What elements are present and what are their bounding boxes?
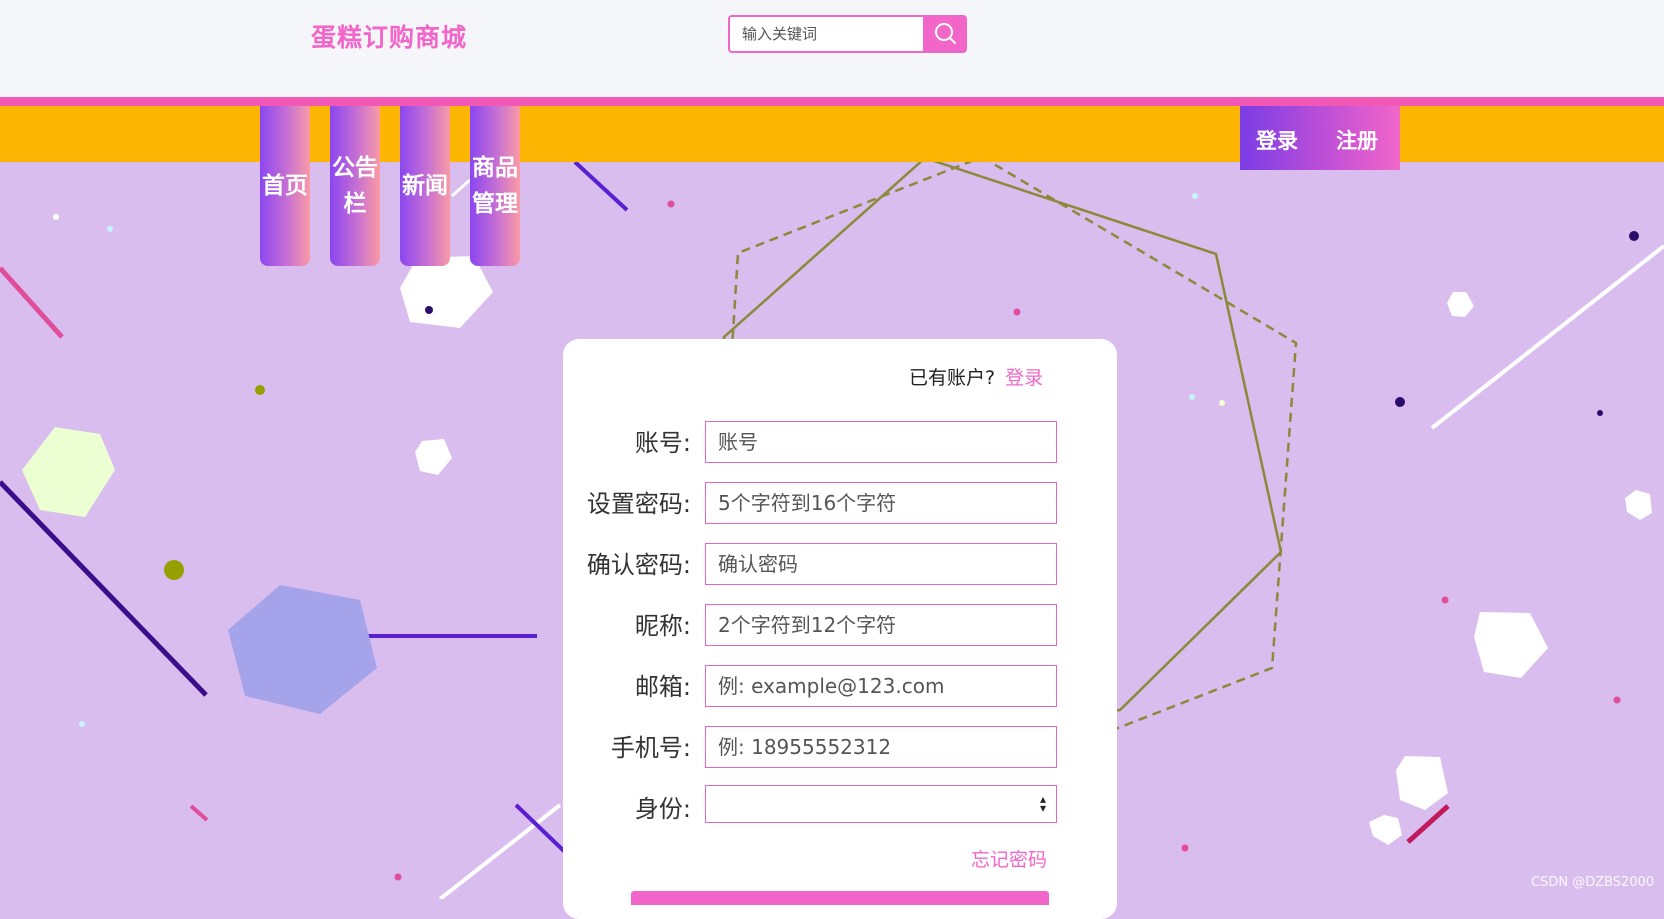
search-icon [935,23,956,44]
watermark: CSDN @DZBS2000 [1531,875,1655,890]
nav-item-news[interactable]: 新闻 [400,106,450,266]
identity-label: 身份: [634,795,691,823]
account-input[interactable] [705,421,1057,463]
have-account-prompt: 已有账户? 登录 [909,363,1043,390]
nav-item-label: 首页 [262,173,308,199]
confirm-password-input[interactable] [705,543,1057,585]
phone-label: 手机号: [610,734,691,762]
nav-item-label: 新闻 [402,173,448,199]
nav-item-label: 商品管理 [472,155,518,217]
auth-links: 登录 注册 [1240,106,1400,170]
submit-button[interactable] [631,891,1049,905]
login-link[interactable]: 登录 [1256,125,1298,155]
nav-bar [0,106,1664,162]
password-label: 设置密码: [586,490,691,518]
forgot-password-link[interactable]: 忘记密码 [971,845,1047,872]
nav-item-notices[interactable]: 公告栏 [330,106,380,266]
site-brand[interactable]: 蛋糕订购商城 [311,18,467,54]
identity-select[interactable]: ▴ ▾ [705,785,1057,823]
email-label: 邮箱: [634,673,691,701]
search-button[interactable] [925,15,967,53]
nickname-label: 昵称: [634,612,691,640]
phone-input[interactable] [705,726,1057,768]
nav-item-label: 公告栏 [332,155,378,217]
header-accent-line [0,97,1664,106]
top-header: 蛋糕订购商城 [0,0,1664,97]
have-account-text: 已有账户? [909,367,996,389]
confirm-password-label: 确认密码: [586,551,691,579]
password-input[interactable] [705,482,1057,524]
nickname-input[interactable] [705,604,1057,646]
register-card: 已有账户? 登录 账号: 设置密码: 确认密码: 昵称: 邮箱: 手机号: 身份:… [563,339,1117,919]
register-link[interactable]: 注册 [1336,125,1378,155]
nav-item-products[interactable]: 商品管理 [470,106,520,266]
select-updown-icon: ▴ ▾ [1039,792,1046,815]
email-input[interactable] [705,665,1057,707]
nav-item-home[interactable]: 首页 [260,106,310,266]
card-login-link[interactable]: 登录 [1005,367,1043,389]
search-input[interactable] [728,15,925,53]
search-box [728,15,967,53]
account-label: 账号: [634,429,691,457]
